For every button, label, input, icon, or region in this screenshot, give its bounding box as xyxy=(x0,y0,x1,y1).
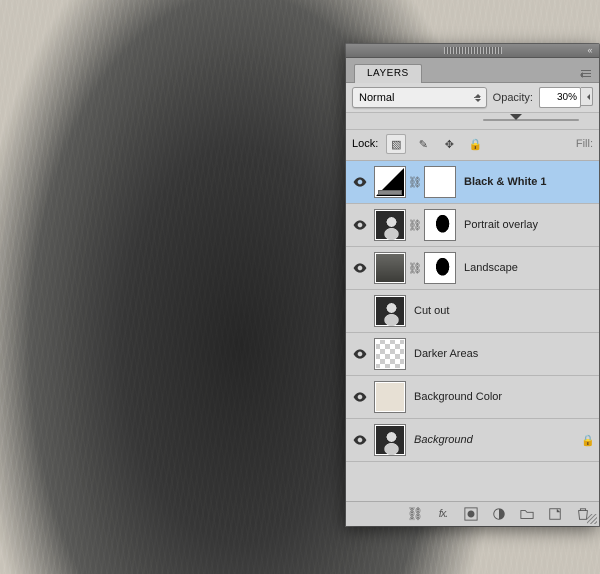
opacity-label: Opacity: xyxy=(493,92,533,104)
layer-name[interactable]: Background Color xyxy=(410,391,595,403)
collapse-arrows-icon[interactable]: « xyxy=(585,45,595,55)
drag-grip-icon xyxy=(444,47,502,54)
link-icon[interactable]: ⛓ xyxy=(410,167,420,197)
layer-name[interactable]: Cut out xyxy=(410,305,595,317)
panel-titlebar[interactable]: « xyxy=(346,44,599,58)
chain-icon: ⛓ xyxy=(407,506,424,522)
layer-name[interactable]: Background xyxy=(410,434,577,446)
link-layers-button[interactable]: ⛓ xyxy=(407,506,423,522)
layers-list[interactable]: ⛓ Black & White 1 ⛓ Portrait overlay ⛓ L… xyxy=(346,161,599,501)
layer-row[interactable]: ⛓ Black & White 1 xyxy=(346,161,599,204)
lock-indicator-icon: 🔒 xyxy=(581,434,595,447)
visibility-toggle[interactable] xyxy=(350,392,370,402)
eye-icon xyxy=(353,349,367,359)
transparency-icon: ▧ xyxy=(391,138,401,151)
circle-half-icon xyxy=(492,507,506,521)
lock-row: Lock: ▧ ✎ ✥ 🔒 Fill: xyxy=(346,130,599,161)
opacity-slider-row xyxy=(346,113,599,130)
lock-position-button[interactable]: ✥ xyxy=(440,135,458,153)
link-icon[interactable]: ⛓ xyxy=(410,210,420,240)
mask-icon xyxy=(464,507,478,521)
layer-thumb-icon[interactable] xyxy=(374,209,406,241)
visibility-toggle[interactable] xyxy=(350,435,370,445)
link-icon[interactable]: ⛓ xyxy=(410,253,420,283)
lock-transparency-button[interactable]: ▧ xyxy=(386,134,406,154)
layer-styles-button[interactable]: fx. xyxy=(435,506,451,522)
layer-thumb-icon[interactable] xyxy=(374,381,406,413)
lock-icon: 🔒 xyxy=(468,138,482,151)
layer-thumb-icon[interactable] xyxy=(374,424,406,456)
layer-thumb-icon[interactable] xyxy=(374,252,406,284)
fx-icon: fx. xyxy=(439,508,448,520)
layer-row[interactable]: Darker Areas xyxy=(346,333,599,376)
lock-all-button[interactable]: 🔒 xyxy=(466,135,484,153)
layer-row[interactable]: ⛓ Portrait overlay xyxy=(346,204,599,247)
menu-icon xyxy=(581,70,591,78)
fill-label: Fill: xyxy=(576,138,593,150)
new-page-icon xyxy=(548,507,562,521)
layer-row[interactable]: ⛓ Landscape xyxy=(346,247,599,290)
layers-empty-area xyxy=(346,462,599,501)
eye-icon xyxy=(353,263,367,273)
blend-mode-value: Normal xyxy=(359,92,394,104)
blend-opacity-row: Normal Opacity: 30% xyxy=(346,83,599,113)
visibility-toggle[interactable] xyxy=(350,220,370,230)
eye-icon xyxy=(353,220,367,230)
brush-icon: ✎ xyxy=(419,138,428,151)
visibility-toggle[interactable] xyxy=(350,263,370,273)
panel-footer: ⛓ fx. xyxy=(346,501,599,526)
layer-name[interactable]: Black & White 1 xyxy=(460,176,595,188)
new-adjustment-button[interactable] xyxy=(491,506,507,522)
slider-knob-icon[interactable] xyxy=(510,114,522,126)
panel-tabs: LAYERS xyxy=(346,58,599,83)
layer-thumb-icon[interactable] xyxy=(374,338,406,370)
mask-thumb-icon[interactable] xyxy=(424,166,456,198)
new-layer-button[interactable] xyxy=(547,506,563,522)
layer-row[interactable]: Cut out xyxy=(346,290,599,333)
lock-pixels-button[interactable]: ✎ xyxy=(414,135,432,153)
move-icon: ✥ xyxy=(445,138,454,151)
opacity-slider[interactable] xyxy=(483,115,579,125)
eye-icon xyxy=(353,392,367,402)
layer-thumb-icon[interactable] xyxy=(374,295,406,327)
opacity-flyout-arrow-icon[interactable] xyxy=(581,87,593,106)
adjustment-thumb-icon[interactable] xyxy=(374,166,406,198)
tab-layers[interactable]: LAYERS xyxy=(354,64,422,83)
layer-row[interactable]: Background 🔒 xyxy=(346,419,599,462)
mask-thumb-icon[interactable] xyxy=(424,252,456,284)
eye-icon xyxy=(353,435,367,445)
resize-grip-icon[interactable] xyxy=(587,514,597,524)
blend-mode-dropdown[interactable]: Normal xyxy=(352,87,487,108)
new-group-button[interactable] xyxy=(519,506,535,522)
visibility-toggle[interactable] xyxy=(350,177,370,187)
mask-thumb-icon[interactable] xyxy=(424,209,456,241)
layer-name[interactable]: Portrait overlay xyxy=(460,219,595,231)
add-mask-button[interactable] xyxy=(463,506,479,522)
opacity-input[interactable]: 30% xyxy=(539,87,581,108)
layer-name[interactable]: Landscape xyxy=(460,262,595,274)
layer-row[interactable]: Background Color xyxy=(346,376,599,419)
lock-label: Lock: xyxy=(352,138,378,150)
layers-panel: « LAYERS Normal Opacity: 30% Lock: ▧ ✎ ✥… xyxy=(346,44,599,526)
eye-icon xyxy=(353,177,367,187)
visibility-toggle[interactable] xyxy=(350,349,370,359)
layer-name[interactable]: Darker Areas xyxy=(410,348,595,360)
panel-menu-button[interactable] xyxy=(577,66,595,82)
dropdown-arrows-icon xyxy=(475,91,481,105)
folder-icon xyxy=(520,507,534,521)
